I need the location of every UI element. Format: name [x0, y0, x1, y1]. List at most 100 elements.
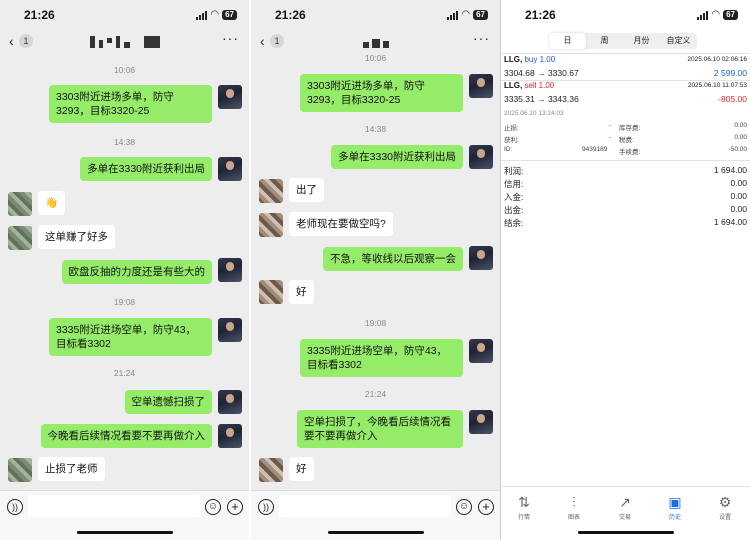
tab-month[interactable]: 月份: [623, 33, 660, 49]
status-icons: ◠ 67: [447, 10, 488, 20]
message-bubble-sent[interactable]: 欧盘反抽的力度还是有些大的: [61, 260, 212, 284]
detail-row: ID: 9439189 手续费: -50.00: [504, 146, 747, 158]
tab-chart[interactable]: ⫶ 图表: [554, 492, 594, 521]
detail-value: -50.00: [728, 146, 747, 153]
voice-icon[interactable]: )): [258, 499, 274, 515]
unread-badge[interactable]: 1: [19, 34, 33, 48]
message-bubble-sent[interactable]: 今晚看后续情况看要不要再做介入: [40, 424, 212, 448]
tab-trade[interactable]: ↗ 交易: [605, 492, 645, 521]
input-bar: )) ☺ +: [0, 490, 249, 540]
home-indicator: [76, 531, 173, 534]
message-bubble-received[interactable]: 这单赚了好多: [38, 225, 115, 249]
avatar[interactable]: [8, 192, 32, 216]
message-bubble-received[interactable]: 好: [289, 280, 314, 304]
avatar[interactable]: [218, 258, 242, 282]
message-bubble-sent[interactable]: 空单扫损了，今晚看后续情况看要不要再做介入: [297, 410, 463, 448]
tab-custom[interactable]: 自定义: [660, 33, 697, 49]
avatar[interactable]: [469, 246, 493, 270]
deal-row-sell[interactable]: LLG, sell 1.00 2025.06.10 11:07:53 3335.…: [501, 80, 750, 108]
message-bubble-sent[interactable]: 多单在3330附近获利出局: [331, 145, 463, 169]
deal-profit: -805.00: [718, 94, 747, 104]
message-bubble-sent[interactable]: 空单遗憾扫损了: [124, 390, 212, 414]
tab-settings[interactable]: ⚙ 设置: [705, 492, 745, 521]
message-input[interactable]: [279, 495, 451, 517]
avatar[interactable]: [469, 410, 493, 434]
avatar[interactable]: [469, 74, 493, 98]
back-icon[interactable]: ‹: [260, 33, 265, 49]
summary-label: 入金:: [504, 192, 524, 202]
deal-row-buy[interactable]: LLG, buy 1.00 2025.06.10 02:06:16 3304.6…: [501, 54, 750, 82]
message-bubble-sent[interactable]: 不急，等收线以后观察一会: [323, 247, 463, 271]
message-bubble-received[interactable]: 👋: [38, 191, 66, 215]
emoji-icon[interactable]: ☺: [205, 499, 221, 515]
message-bubble-received[interactable]: 止损了老师: [38, 457, 105, 481]
plus-icon[interactable]: +: [478, 499, 494, 515]
message-bubble-sent[interactable]: 多单在3330附近获利出局: [80, 157, 212, 181]
detail-label: 库存费:: [619, 125, 641, 132]
detail-row: 获利: - 税费: 0.00: [504, 134, 747, 146]
tab-week[interactable]: 周: [586, 33, 623, 49]
status-icons: ◠ 67: [697, 10, 738, 20]
avatar[interactable]: [259, 213, 283, 237]
message-bubble-sent[interactable]: 3335附近进场空单，防守43，目标看3302: [49, 318, 212, 356]
message-bubble-received[interactable]: 出了: [289, 178, 324, 202]
more-options-icon[interactable]: ···: [222, 30, 239, 46]
message-bubble-sent[interactable]: 3335附近进场空单，防守43，目标看3302: [300, 339, 463, 377]
wifi-icon: ◠: [461, 9, 471, 20]
avatar[interactable]: [259, 458, 283, 482]
deal-detail-time: 2025.06.10 13:24:03: [504, 110, 564, 117]
home-indicator: [577, 531, 674, 534]
divider: [501, 486, 750, 487]
tab-label: 行情: [517, 515, 530, 521]
timestamp: 14:38: [113, 137, 136, 147]
bottom-tab-bar: ⇅ 行情 ⫶ 图表 ↗ 交易 ▣ 历史 ⚙ 设置: [501, 492, 750, 526]
message-input[interactable]: [28, 495, 200, 517]
plus-icon[interactable]: +: [227, 499, 243, 515]
deal-symbol: LLG, buy 1.00: [504, 55, 555, 64]
deal-side: buy 1.00: [524, 55, 556, 64]
tab-quotes[interactable]: ⇅ 行情: [504, 492, 544, 521]
wifi-icon: ◠: [711, 9, 721, 20]
summary-value: 1 694.00: [713, 217, 747, 227]
timestamp: 21:24: [113, 368, 136, 378]
divider: [501, 160, 750, 161]
avatar[interactable]: [218, 85, 242, 109]
home-indicator: [327, 531, 424, 534]
avatar[interactable]: [218, 424, 242, 448]
message-bubble-sent[interactable]: 3303附近进场多单，防守3293，目标3320-25: [300, 74, 463, 112]
summary-balance: 结余: 1 694.00: [504, 217, 747, 230]
tab-history[interactable]: ▣ 历史: [655, 492, 695, 521]
avatar[interactable]: [8, 226, 32, 250]
period-tabs: 日 周 月份 自定义: [549, 33, 697, 49]
avatar[interactable]: [218, 318, 242, 342]
chat-header: ‹ 1 ···: [0, 30, 249, 52]
more-options-icon[interactable]: ···: [473, 30, 490, 46]
detail-label: 获利:: [504, 137, 519, 144]
tab-label: 交易: [618, 515, 631, 521]
unread-badge[interactable]: 1: [270, 34, 284, 48]
voice-icon[interactable]: )): [7, 499, 23, 515]
deal-symbol: LLG, sell 1.00: [504, 81, 554, 90]
avatar[interactable]: [218, 390, 242, 414]
avatar[interactable]: [259, 179, 283, 203]
avatar[interactable]: [259, 280, 283, 304]
tab-day[interactable]: 日: [549, 33, 586, 49]
message-bubble-received[interactable]: 好: [289, 457, 314, 481]
signal-icon: [447, 10, 459, 20]
detail-value: 9439189: [582, 146, 608, 153]
emoji-icon[interactable]: ☺: [456, 499, 472, 515]
avatar[interactable]: [469, 339, 493, 363]
avatar[interactable]: [8, 458, 32, 482]
avatar[interactable]: [218, 157, 242, 181]
detail-label: 税费:: [619, 137, 634, 144]
timestamp: 19:08: [364, 318, 387, 328]
deal-side: sell 1.00: [524, 81, 555, 90]
summary-withdrawal: 出金: 0.00: [504, 204, 747, 217]
timestamp: 19:08: [113, 297, 136, 307]
message-bubble-sent[interactable]: 3303附近进场多单，防守3293，目标3320-25: [49, 85, 212, 123]
message-bubble-received[interactable]: 老师现在要做空吗?: [289, 212, 393, 236]
avatar[interactable]: [469, 145, 493, 169]
back-icon[interactable]: ‹: [9, 33, 14, 49]
battery-icon: 67: [222, 10, 237, 20]
signal-icon: [697, 10, 709, 20]
